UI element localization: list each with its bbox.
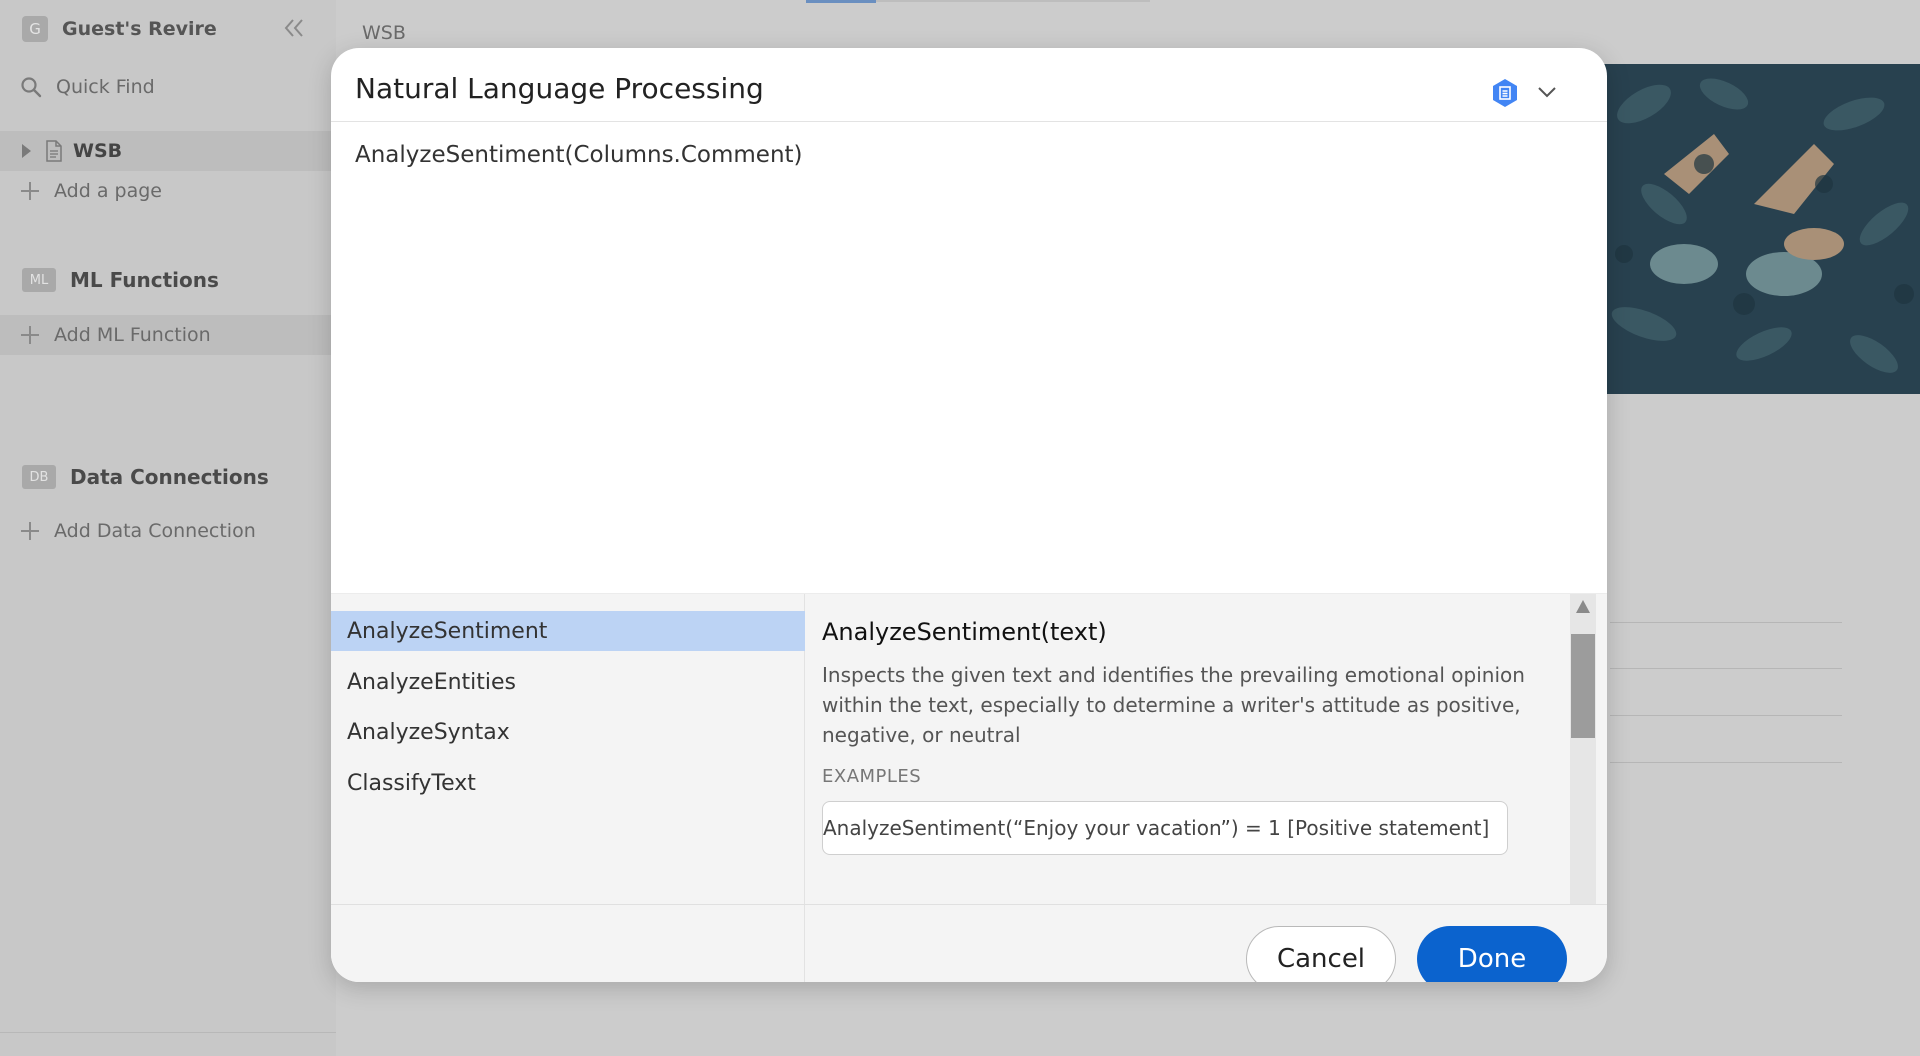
plus-icon [20, 521, 40, 541]
function-item-classifytext[interactable]: ClassifyText [331, 763, 805, 803]
done-button[interactable]: Done [1417, 926, 1567, 982]
add-ml-function-label: Add ML Function [54, 324, 211, 346]
function-browser: AnalyzeSentiment AnalyzeEntities Analyze… [331, 593, 1607, 982]
background-divider [1610, 715, 1842, 716]
function-item-analyzesyntax[interactable]: AnalyzeSyntax [331, 712, 805, 752]
cover-pattern-image [1604, 64, 1920, 394]
page-cover-image [1604, 64, 1920, 394]
footer-divider [331, 904, 1607, 905]
active-tab-indicator [806, 0, 876, 3]
add-data-connection-label: Add Data Connection [54, 520, 256, 542]
ml-badge: ML [22, 268, 56, 292]
add-ml-function-button[interactable]: Add ML Function [0, 315, 336, 355]
workspace-name: Guest's Revire [62, 18, 217, 40]
sidebar-divider [0, 1032, 336, 1033]
data-connections-title: Data Connections [70, 465, 269, 489]
tab-strip [806, 0, 1150, 3]
ml-functions-title: ML Functions [70, 268, 219, 292]
detail-scrollbar[interactable] [1570, 594, 1596, 904]
search-icon [21, 77, 42, 98]
background-divider [1610, 668, 1842, 669]
chevron-down-icon[interactable] [1535, 80, 1559, 104]
scrollbar-thumb[interactable] [1571, 634, 1595, 738]
natural-language-api-icon [1493, 79, 1517, 107]
document-icon [46, 140, 62, 162]
add-data-connection-button[interactable]: Add Data Connection [0, 511, 336, 551]
function-description: Inspects the given text and identifies t… [822, 663, 1525, 747]
add-page-label: Add a page [54, 180, 162, 202]
function-signature: AnalyzeSentiment(text) [822, 618, 1107, 646]
function-item-analyzeentities[interactable]: AnalyzeEntities [331, 662, 805, 702]
background-divider [1610, 622, 1842, 623]
quick-find-label: Quick Find [56, 76, 155, 98]
ml-functions-header: ML ML Functions [22, 268, 219, 292]
dialog-title: Natural Language Processing [355, 72, 764, 105]
background-divider [1610, 762, 1842, 763]
sidebar: G Guest's Revire Quick Find WSB Add a pa… [0, 0, 336, 1056]
function-list: AnalyzeSentiment AnalyzeEntities Analyze… [331, 594, 805, 982]
function-item-analyzesentiment[interactable]: AnalyzeSentiment [331, 611, 805, 651]
cancel-button[interactable]: Cancel [1246, 926, 1396, 982]
data-connections-header: DB Data Connections [22, 465, 269, 489]
scroll-up-arrow-icon[interactable] [1576, 600, 1590, 613]
plus-icon [20, 181, 40, 201]
add-page-button[interactable]: Add a page [0, 171, 336, 211]
workspace-badge: G [22, 16, 48, 42]
quick-find-button[interactable]: Quick Find [20, 76, 155, 98]
page-label: WSB [73, 140, 123, 162]
nlp-function-dialog: Natural Language Processing AnalyzeSenti… [331, 48, 1607, 982]
collapse-sidebar-icon[interactable] [280, 14, 308, 42]
breadcrumb[interactable]: WSB [362, 22, 406, 44]
db-badge: DB [22, 465, 56, 489]
examples-label: EXAMPLES [822, 766, 922, 787]
expression-editor[interactable]: AnalyzeSentiment(Columns.Comment) [355, 142, 803, 168]
dialog-header: Natural Language Processing [331, 48, 1607, 122]
function-detail-panel: AnalyzeSentiment(text) Inspects the give… [806, 594, 1607, 904]
workspace-header[interactable]: G Guest's Revire [22, 16, 217, 42]
plus-icon [20, 325, 40, 345]
sidebar-item-wsb[interactable]: WSB [0, 131, 336, 171]
example-box: AnalyzeSentiment(“Enjoy your vacation”) … [822, 801, 1508, 855]
expand-caret-icon[interactable] [22, 144, 31, 158]
